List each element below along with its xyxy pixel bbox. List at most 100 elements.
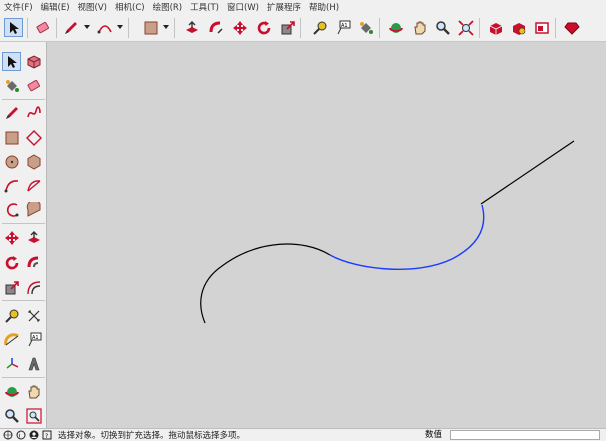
layout-button[interactable] [532,18,551,37]
left-eraser-tool[interactable] [24,76,43,95]
left-move-tool[interactable] [2,228,21,247]
pan-tool-button[interactable] [410,18,429,37]
rotated-rectangle-icon [25,129,42,146]
line-icon [5,106,18,119]
left-scale-tool[interactable] [2,278,21,297]
chevron-down-icon[interactable] [117,25,123,29]
3d-text-icon [28,357,39,370]
curve-edge-black[interactable] [200,243,331,324]
zoom-tool-button[interactable] [433,18,452,37]
select-icon [7,55,17,68]
extension-warehouse-icon [512,22,525,35]
toolbar-separator [2,99,45,100]
left-line-tool[interactable] [2,103,21,122]
left-pie-tool[interactable] [24,176,43,195]
zoom-extents-tool-button[interactable] [456,18,475,37]
menu-camera[interactable]: 相机(C) [111,1,149,13]
paint-bucket-tool-button[interactable] [356,18,375,37]
toolbar-separator [2,300,45,301]
left-paint-bucket-tool[interactable] [2,76,21,95]
left-pan-tool[interactable] [24,382,43,401]
zoom-icon [4,408,19,423]
eraser-tool-button[interactable] [33,18,52,37]
left-rotated-rectangle-tool[interactable] [24,128,43,147]
left-orbit-tool[interactable] [2,382,21,401]
left-freehand-tool[interactable] [24,103,43,122]
menu-file[interactable]: 文件(F) [0,1,37,13]
arc-tool-button[interactable] [95,18,114,37]
left-axes-tool[interactable] [2,354,21,373]
eraser-icon [36,21,49,33]
toolbar-separator [174,18,175,38]
menu-help[interactable]: 帮助(H) [305,1,343,13]
left-zoom-tool[interactable] [2,406,21,425]
two-point-arc-icon [6,202,18,217]
push-pull-tool-button[interactable] [182,18,201,37]
text-icon: A1 [28,332,41,346]
rotate-tool-button[interactable] [254,18,273,37]
push-pull-icon [185,20,198,33]
toolbar-separator [56,18,57,38]
left-rotate-tool[interactable] [2,253,21,272]
left-protractor-tool[interactable] [2,330,21,349]
left-3d-text-tool[interactable] [24,354,43,373]
orbit-icon [4,386,19,397]
credits-icon[interactable]: i [16,430,26,440]
model-canvas[interactable] [47,42,606,428]
freehand-icon [26,105,41,117]
left-dimension-tool[interactable] [24,306,43,325]
left-text-tool[interactable]: A1 [24,330,43,349]
left-zoom-window-tool[interactable] [24,406,43,425]
arc-icon [4,179,18,192]
warehouse-button[interactable] [486,18,505,37]
left-two-point-arc-tool[interactable] [2,200,21,219]
model-viewport[interactable] [47,42,606,428]
orbit-tool-button[interactable] [386,18,405,37]
chevron-down-icon[interactable] [163,25,169,29]
menu-extensions[interactable]: 扩展程序 [263,1,305,13]
pencil-tool-button[interactable] [61,18,80,37]
follow-me-icon [209,21,223,34]
select-tool-button[interactable] [4,18,23,37]
menu-edit[interactable]: 编辑(E) [37,1,74,13]
menu-draw[interactable]: 绘图(R) [149,1,187,13]
scale-tool-button[interactable] [278,18,297,37]
left-follow-me-tool[interactable] [24,253,43,272]
toolbar-separator [300,18,301,38]
left-three-point-arc-tool[interactable] [24,200,43,219]
left-tape-measure-tool[interactable] [2,306,21,325]
svg-text:A1: A1 [32,335,39,341]
line-edge[interactable] [480,140,575,205]
extension-warehouse-button[interactable] [509,18,528,37]
rectangle-tool-button[interactable] [141,18,160,37]
measurements-input[interactable] [450,430,600,440]
left-polygon-tool[interactable] [24,152,43,171]
menu-tools[interactable]: 工具(T) [186,1,223,13]
chevron-down-icon[interactable] [84,25,90,29]
tape-measure-tool-button[interactable] [310,18,329,37]
pan-icon [27,385,39,398]
left-component-tool[interactable] [24,52,43,71]
left-select-tool[interactable] [2,52,21,71]
user-account-icon[interactable] [29,430,39,440]
left-offset-tool[interactable] [24,278,43,297]
move-tool-button[interactable] [230,18,249,37]
help-icon[interactable]: ? [42,430,52,440]
menu-view[interactable]: 视图(V) [74,1,111,13]
eraser-icon [27,79,40,91]
left-push-pull-tool[interactable] [24,228,43,247]
left-circle-tool[interactable] [2,152,21,171]
follow-me-tool-button[interactable] [206,18,225,37]
geo-location-icon[interactable] [3,430,13,440]
left-rectangle-tool[interactable] [2,128,21,147]
text-icon: A1 [337,20,350,34]
zoom-window-icon [25,407,42,424]
menu-window[interactable]: 窗口(W) [223,1,263,13]
left-arc-tool[interactable] [2,176,21,195]
text-tool-button[interactable]: A1 [333,18,352,37]
select-icon [9,21,19,34]
ruby-console-button[interactable] [562,18,581,37]
svg-text:?: ? [45,433,48,440]
curve-edge-selected[interactable] [329,204,485,270]
orbit-icon [388,22,403,33]
